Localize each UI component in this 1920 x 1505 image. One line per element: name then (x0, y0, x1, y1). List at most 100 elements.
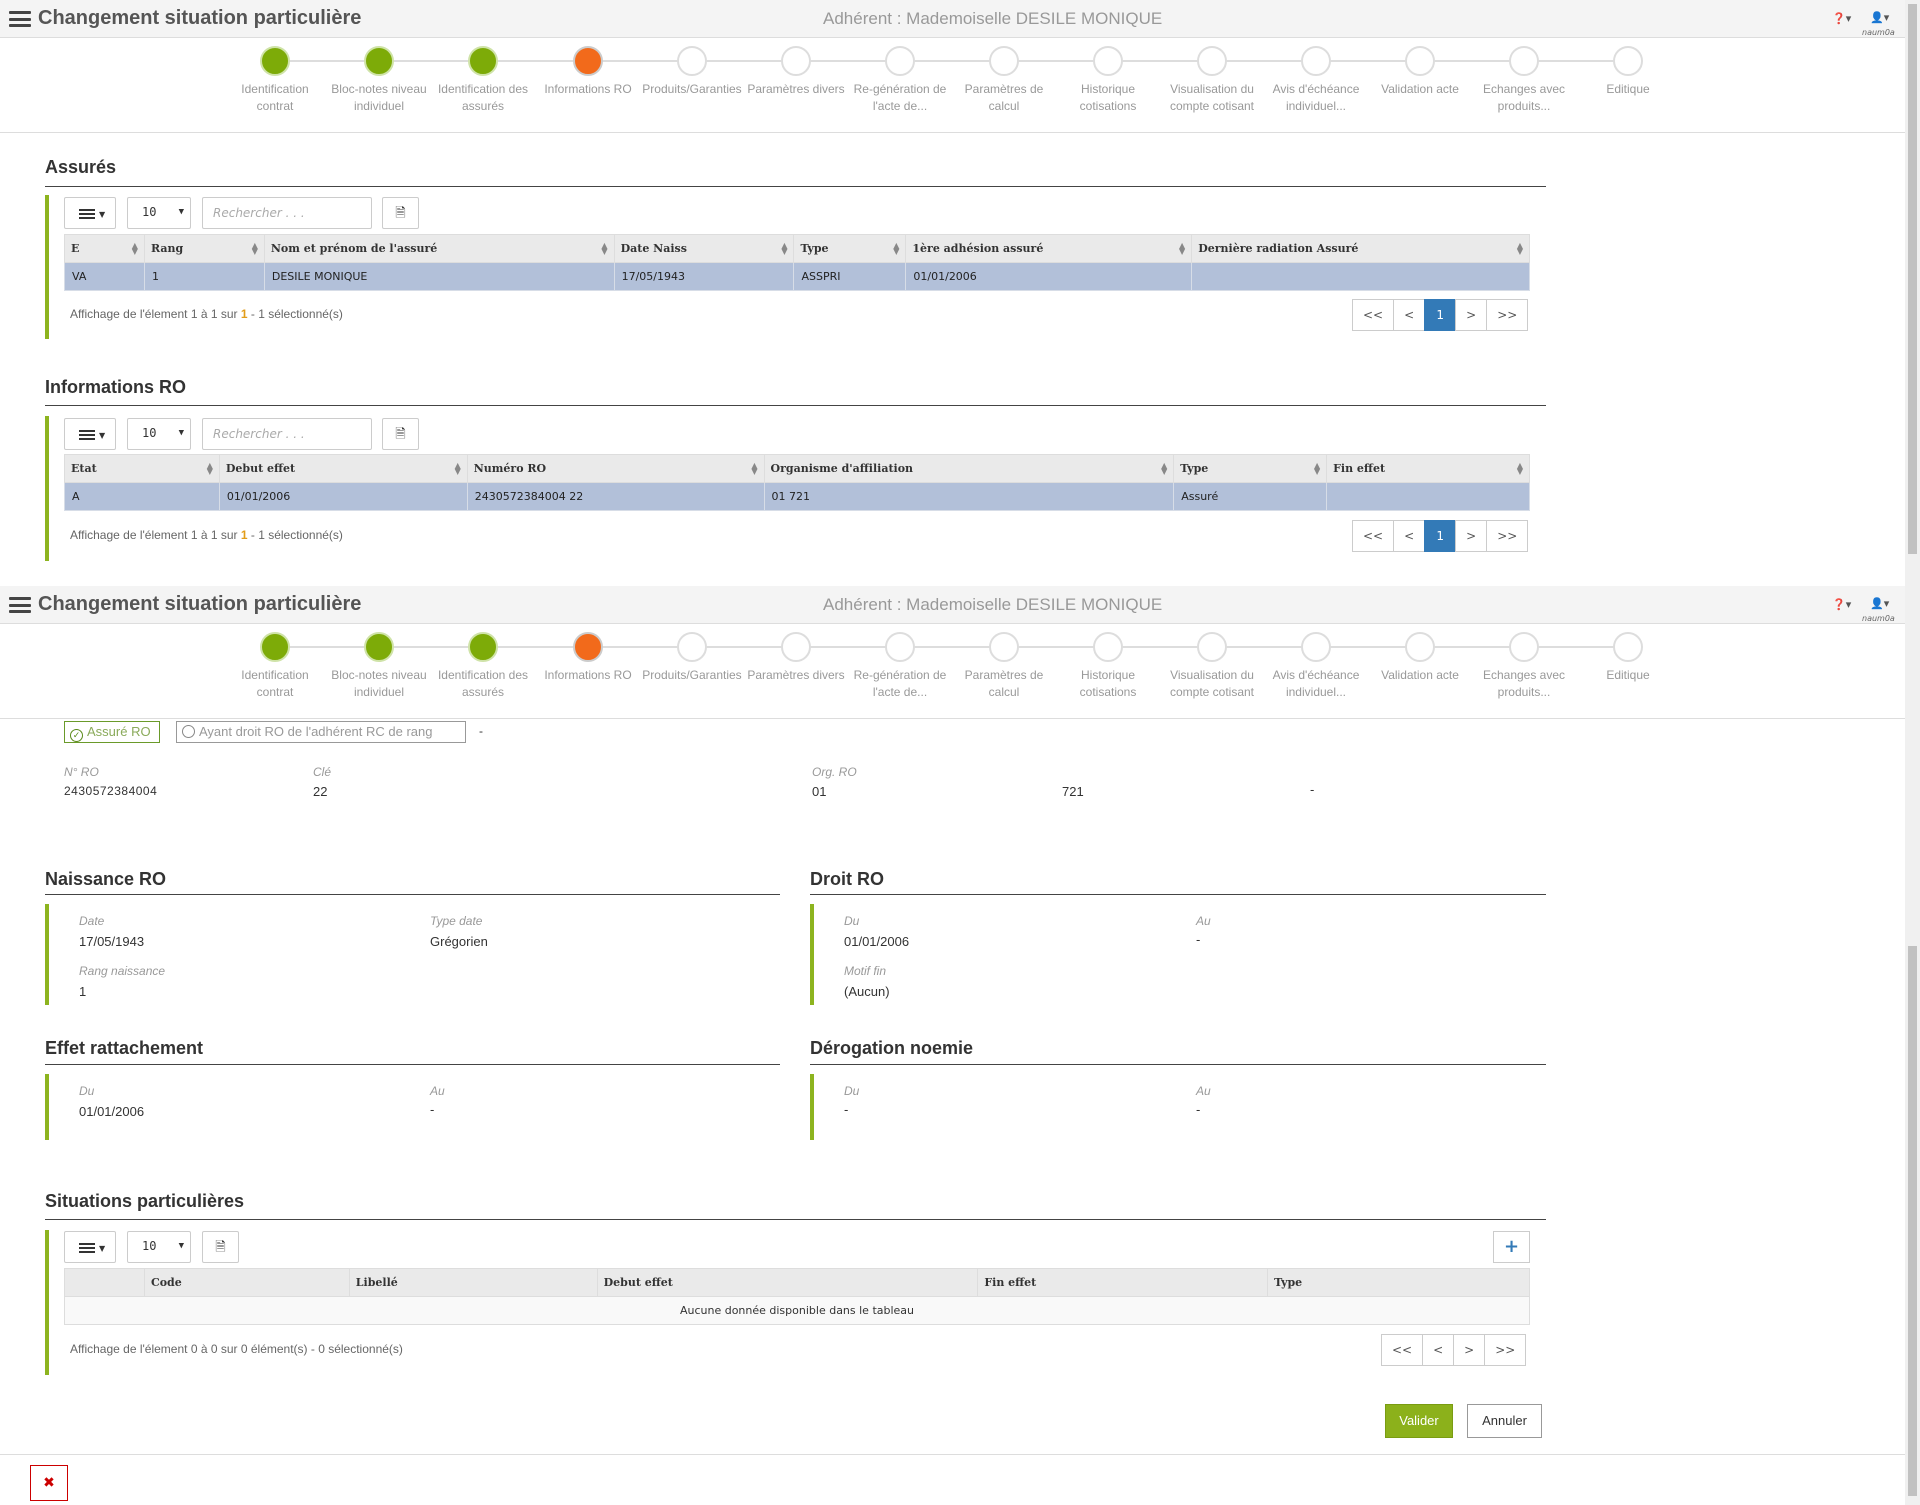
column-header[interactable]: Debut effet ▲ ▼ (218, 454, 468, 483)
column-header[interactable]: Debut effet (596, 1268, 979, 1297)
step-label: Editique (1606, 82, 1650, 96)
page-button[interactable]: >> (1486, 520, 1529, 552)
wizard-step[interactable]: Editique (1576, 46, 1680, 98)
wizard-step[interactable]: Historique cotisations (1056, 46, 1160, 115)
column-header[interactable]: Rang ▲ ▼ (143, 234, 265, 263)
column-toggle-button[interactable]: ▼ (64, 197, 116, 229)
wizard-step[interactable]: Bloc-notes niveau individuel (327, 632, 431, 701)
excel-export-icon[interactable]: 🗎 (382, 197, 419, 229)
column-header[interactable]: 1ère adhésion assuré ▲ ▼ (905, 234, 1193, 263)
column-header[interactable]: Dernière radiation Assuré ▲ ▼ (1191, 234, 1530, 263)
wizard-step[interactable]: Validation acte (1368, 632, 1472, 684)
user-icon[interactable]: 👤▾ (1870, 11, 1889, 24)
radio-ayant-droit[interactable]: Ayant droit RO de l'adhérent RC de rang (176, 721, 466, 743)
column-header[interactable]: Date Naiss ▲ ▼ (613, 234, 795, 263)
menu-icon[interactable] (9, 597, 31, 613)
wizard-step[interactable]: Validation acte (1368, 46, 1472, 98)
radio-assure-ro[interactable]: ✓ Assuré RO (64, 721, 160, 743)
table-cell (1191, 262, 1530, 291)
sort-icon: ▲ ▼ (1516, 240, 1523, 256)
scrollbar-bottom[interactable] (1905, 586, 1920, 1505)
droit-title: Droit RO (810, 869, 884, 889)
wizard-step[interactable]: Echanges avec produits... (1472, 46, 1576, 115)
search-input[interactable]: Rechercher . . . (202, 418, 372, 450)
column-toggle-button[interactable]: ▼ (64, 1231, 116, 1263)
wizard-step[interactable]: Visualisation du compte cotisant (1160, 632, 1264, 701)
column-header[interactable]: Libellé (348, 1268, 598, 1297)
column-header[interactable] (64, 1268, 145, 1297)
page-button[interactable]: > (1453, 1334, 1486, 1366)
column-header[interactable]: Fin effet (977, 1268, 1269, 1297)
wizard-step[interactable]: Bloc-notes niveau individuel (327, 46, 431, 115)
sort-icon: ▲ ▼ (1161, 460, 1168, 476)
add-situation-button[interactable]: + (1493, 1231, 1530, 1263)
org-ro-guichet: - (1310, 782, 1315, 797)
wizard-step[interactable]: Re-génération de l'acte de... (848, 46, 952, 115)
user-icon[interactable]: 👤▾ (1870, 597, 1889, 610)
valider-button[interactable]: Valider (1385, 1404, 1453, 1438)
wizard-step[interactable]: Identification contrat (223, 632, 327, 701)
wizard-step[interactable]: Paramètres divers (744, 632, 848, 684)
page-button[interactable]: < (1393, 520, 1426, 552)
wizard-step[interactable]: Informations RO (536, 632, 640, 684)
wizard-step[interactable]: Identification contrat (223, 46, 327, 115)
menu-icon[interactable] (9, 11, 31, 27)
wizard-step[interactable]: Avis d'échéance individuel... (1264, 46, 1368, 115)
table-row[interactable]: VA 1 DESILE MONIQUE 17/05/1943 ASSPRI 01/01/2… (64, 262, 1530, 291)
column-header[interactable]: Nom et prénom de l'assuré ▲ ▼ (263, 234, 615, 263)
close-icon[interactable]: ✖ (30, 1465, 68, 1501)
scrollbar-top[interactable] (1905, 0, 1920, 586)
effet-title: Effet rattachement (45, 1038, 204, 1058)
page-button[interactable]: > (1455, 299, 1488, 331)
column-header[interactable]: Organisme d'affiliation ▲ ▼ (763, 454, 1175, 483)
wizard-step[interactable]: Paramètres divers (744, 46, 848, 98)
page-button[interactable]: >> (1486, 299, 1529, 331)
excel-export-icon[interactable]: 🗎 (382, 418, 419, 450)
page-size-select[interactable]: 10 ▼ (127, 1231, 191, 1263)
wizard-step[interactable]: Produits/Garanties (640, 46, 744, 98)
wizard-step[interactable]: Historique cotisations (1056, 632, 1160, 701)
column-header[interactable]: Type (1267, 1268, 1530, 1297)
wizard-step[interactable]: Paramètres de calcul (952, 632, 1056, 701)
search-input[interactable]: Rechercher . . . (202, 197, 372, 229)
page-button[interactable]: << (1352, 520, 1395, 552)
page-title: Changement situation particulière (38, 7, 362, 29)
wizard-step[interactable]: Visualisation du compte cotisant (1160, 46, 1264, 115)
step-label: Echanges avec produits... (1482, 82, 1566, 113)
wizard-step[interactable]: Echanges avec produits... (1472, 632, 1576, 701)
column-header[interactable]: Type ▲ ▼ (793, 234, 907, 263)
column-header[interactable]: Code (143, 1268, 350, 1297)
wizard-step[interactable]: Editique (1576, 632, 1680, 684)
page-button[interactable]: << (1352, 299, 1395, 331)
page-button[interactable]: < (1393, 299, 1426, 331)
page-button[interactable]: << (1381, 1334, 1424, 1366)
page-button[interactable]: 1 (1424, 299, 1457, 331)
column-header[interactable]: Type ▲ ▼ (1173, 454, 1328, 483)
column-header[interactable]: E ▲ ▼ (64, 234, 145, 263)
wizard-step[interactable]: Produits/Garanties (640, 632, 744, 684)
page-button[interactable]: 1 (1424, 520, 1457, 552)
column-header[interactable]: Fin effet ▲ ▼ (1326, 454, 1530, 483)
page-size-select[interactable]: 10 ▼ (127, 418, 191, 450)
page-button[interactable]: >> (1484, 1334, 1527, 1366)
step-label: Bloc-notes niveau individuel (331, 668, 427, 699)
help-icon[interactable]: ❓▾ (1832, 12, 1851, 25)
page-button[interactable]: < (1422, 1334, 1455, 1366)
table-row[interactable]: A 01/01/2006 2430572384004 22 01 721 Assuré (64, 482, 1530, 511)
wizard-step[interactable]: Informations RO (536, 46, 640, 98)
column-header[interactable]: Numéro RO ▲ ▼ (466, 454, 765, 483)
help-icon[interactable]: ❓▾ (1832, 598, 1851, 611)
step-dot (781, 46, 811, 76)
page-button[interactable]: > (1455, 520, 1488, 552)
wizard-step[interactable]: Avis d'échéance individuel... (1264, 632, 1368, 701)
excel-export-icon[interactable]: 🗎 (202, 1231, 239, 1263)
column-toggle-button[interactable]: ▼ (64, 418, 116, 450)
naissance-rang-label: Rang naissance (79, 964, 166, 978)
wizard-step[interactable]: Identification des assurés (431, 632, 535, 701)
page-size-select[interactable]: 10 ▼ (127, 197, 191, 229)
wizard-step[interactable]: Identification des assurés (431, 46, 535, 115)
annuler-button[interactable]: Annuler (1467, 1404, 1542, 1438)
column-header[interactable]: Etat ▲ ▼ (64, 454, 220, 483)
wizard-step[interactable]: Paramètres de calcul (952, 46, 1056, 115)
wizard-step[interactable]: Re-génération de l'acte de... (848, 632, 952, 701)
